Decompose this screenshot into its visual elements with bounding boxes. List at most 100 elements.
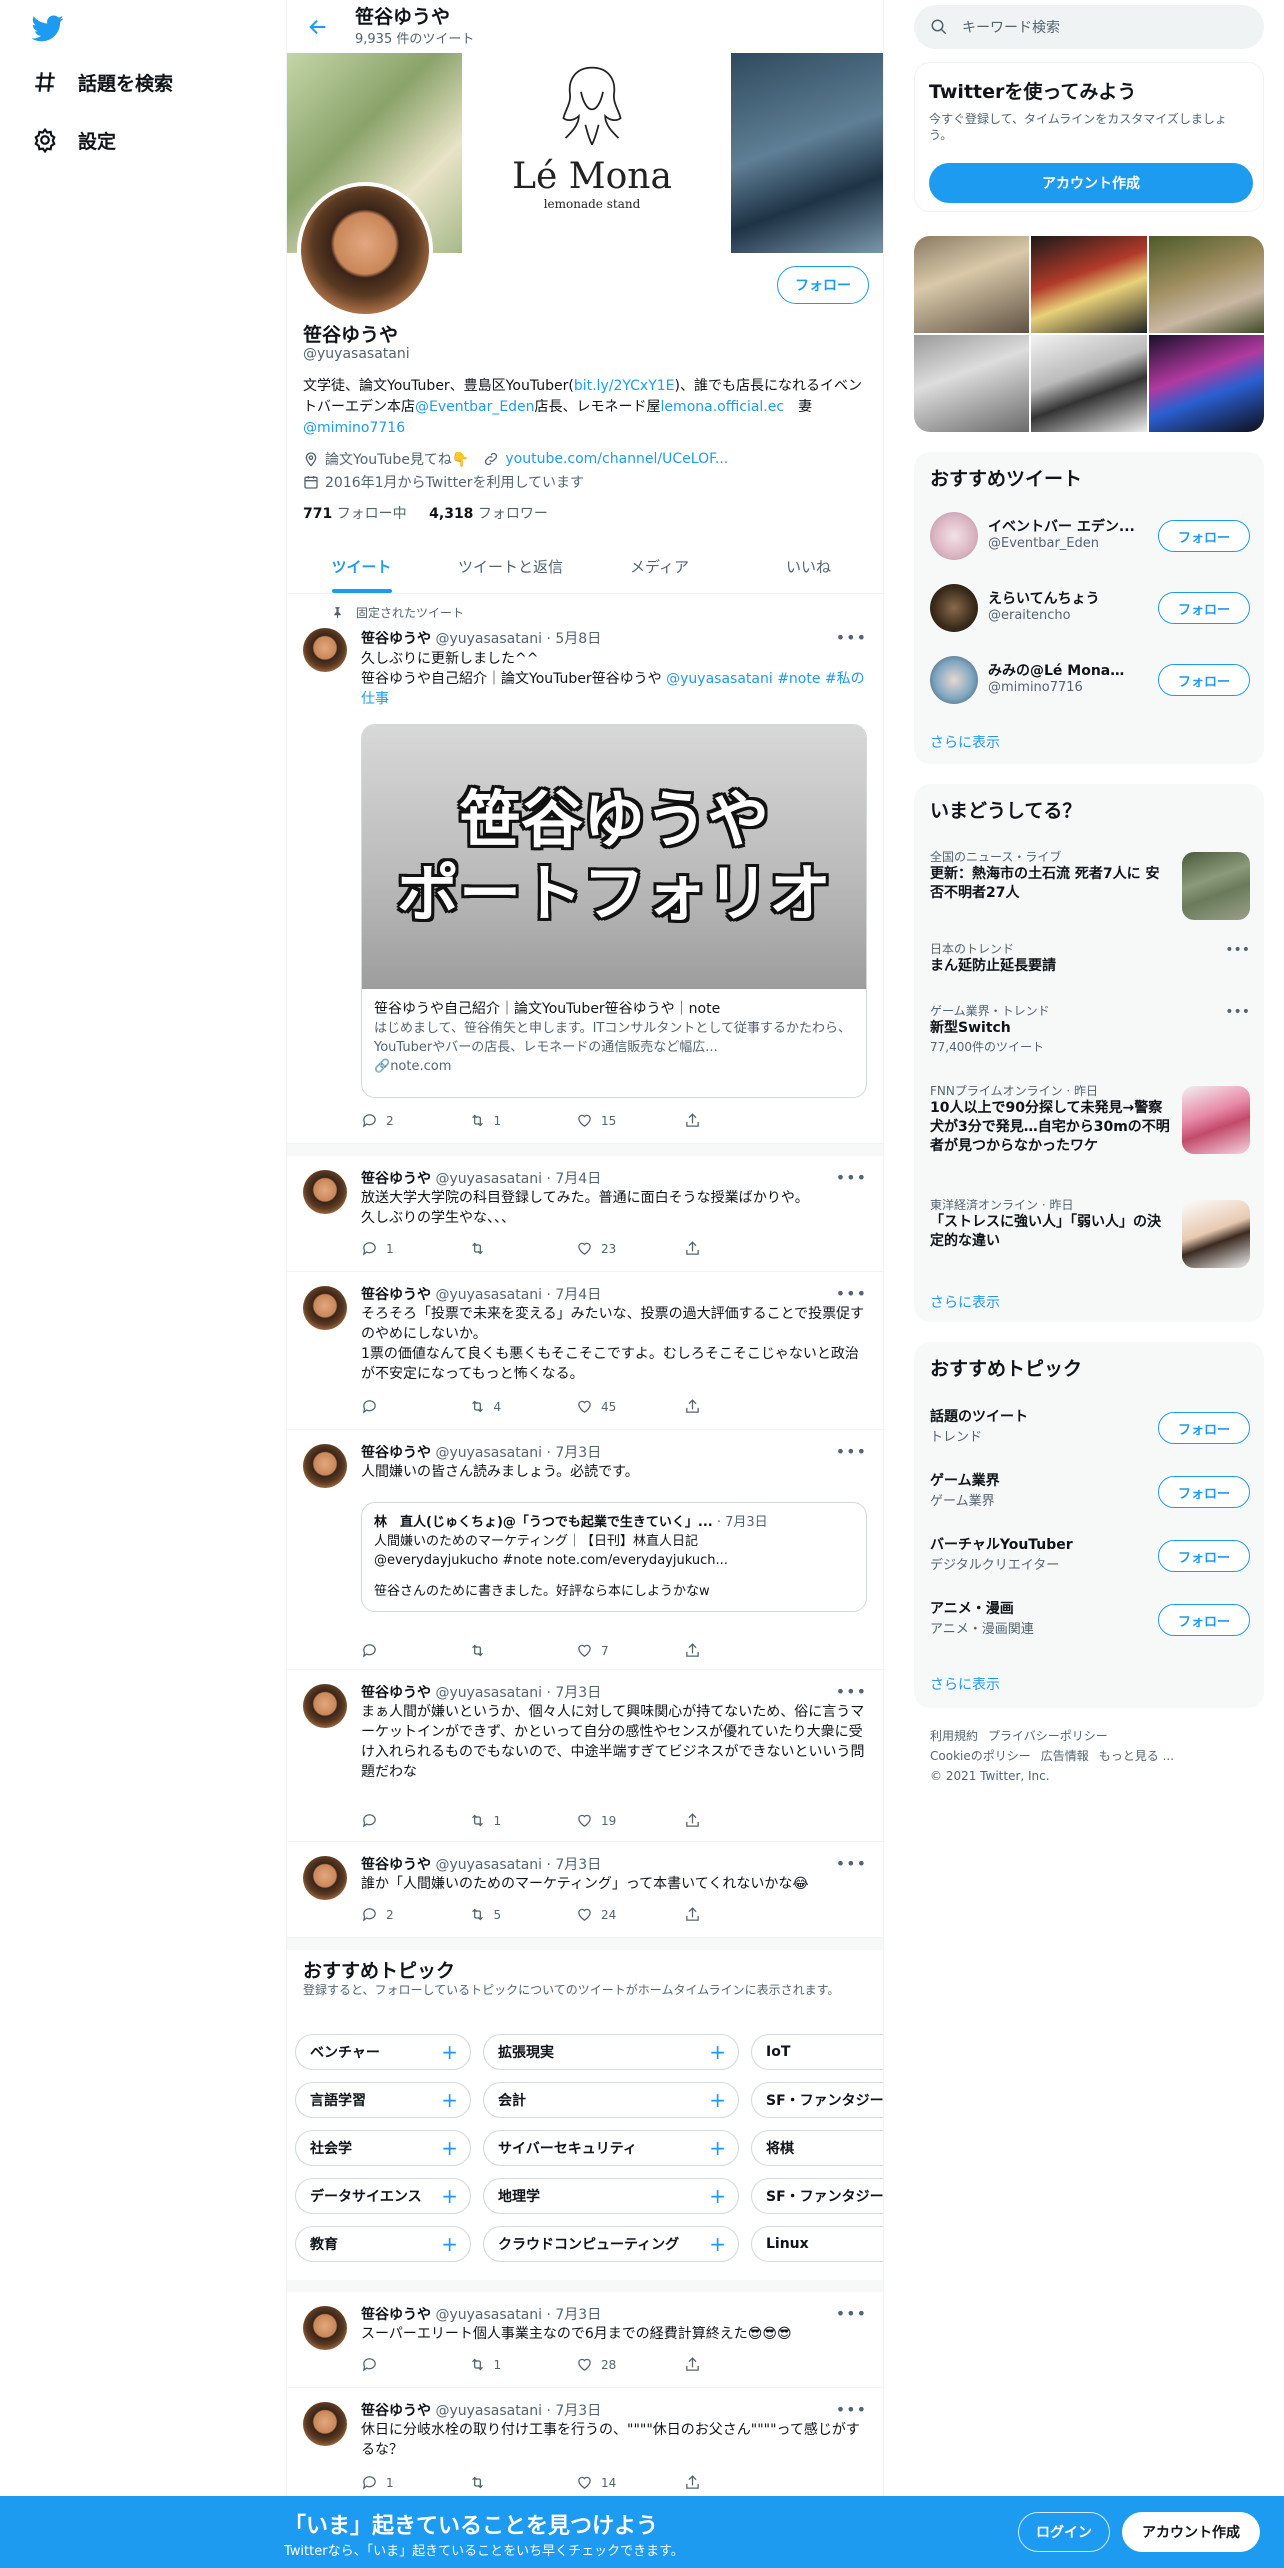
tweet[interactable]: 笹谷ゆうや @yuyasasatani · 7月4日 ••• そろそろ「投票で未…	[287, 1272, 883, 1430]
retweet-button[interactable]	[469, 1642, 577, 1659]
footer-link[interactable]: Cookieのポリシー	[930, 1749, 1031, 1763]
media-thumb[interactable]	[1031, 236, 1147, 333]
more-options-icon[interactable]: •••	[836, 1682, 867, 1701]
more-options-icon[interactable]: •••	[836, 1168, 867, 1187]
avatar[interactable]	[303, 2402, 347, 2446]
share-button[interactable]	[684, 1642, 792, 1659]
follow-button[interactable]: フォロー	[1158, 664, 1250, 696]
show-more-link[interactable]: さらに表示	[930, 1674, 1000, 1694]
like-button[interactable]: 23	[576, 1240, 684, 1257]
follow-button[interactable]: フォロー	[1158, 1412, 1250, 1444]
media-thumb[interactable]	[914, 335, 1030, 432]
profile-url[interactable]: youtube.com/channel/UCeLOF...	[505, 451, 728, 467]
reply-button[interactable]	[361, 1398, 469, 1415]
trend-item[interactable]: ゲーム業界・トレンド 新型Switch 77,400件のツイート •••	[930, 1002, 1250, 1066]
share-button[interactable]	[684, 1240, 792, 1257]
nav-explore[interactable]: 話題を検索	[32, 56, 173, 108]
retweet-button[interactable]: 1	[469, 1812, 577, 1829]
media-thumb[interactable]	[1148, 236, 1264, 333]
avatar[interactable]	[303, 1856, 347, 1900]
rec-user-row[interactable]: みみの@Lé Monaレ... @mimino7716 フォロー	[930, 652, 1250, 708]
bio-link[interactable]: bit.ly/2YCxY1E	[574, 378, 675, 394]
topic-chip[interactable]: Linux	[751, 2226, 883, 2262]
reply-button[interactable]	[361, 1812, 469, 1829]
reply-button[interactable]: 1	[361, 2474, 469, 2491]
tweet[interactable]: 笹谷ゆうや @yuyasasatani · 7月4日 ••• 放送大学大学院の科…	[287, 1156, 883, 1272]
follow-button[interactable]: フォロー	[1158, 1476, 1250, 1508]
like-button[interactable]: 15	[576, 1112, 684, 1129]
signup-button[interactable]: アカウント作成	[1122, 2512, 1260, 2552]
avatar[interactable]	[930, 656, 978, 704]
topic-chip[interactable]: 会計 +	[483, 2082, 739, 2118]
like-button[interactable]: 19	[576, 1812, 684, 1829]
topic-chip[interactable]: 将棋	[751, 2130, 883, 2166]
more-options-icon[interactable]: •••	[1225, 1004, 1250, 1020]
tweet[interactable]: 笹谷ゆうや @yuyasasatani · 7月3日 ••• 休日に分岐水栓の取…	[287, 2388, 883, 2508]
topic-chip[interactable]: 拡張現実 +	[483, 2034, 739, 2070]
followers-link[interactable]: 4,318 フォロワー	[429, 506, 548, 522]
more-options-icon[interactable]: •••	[836, 1854, 867, 1873]
link-card[interactable]: 笹谷ゆうや ポートフォリオ 笹谷ゆうや自己紹介｜論文YouTuber笹谷ゆうや｜…	[361, 724, 867, 1098]
avatar[interactable]	[930, 584, 978, 632]
retweet-button[interactable]	[469, 1240, 577, 1257]
topic-row[interactable]: 話題のツイート トレンド フォロー	[930, 1400, 1250, 1456]
like-button[interactable]: 28	[576, 2356, 684, 2373]
quoted-tweet[interactable]: 林 直人(じゅくちょ)@「うつでも起業で生きていく」... · 7月3日 人間嫌…	[361, 1502, 867, 1612]
topic-row[interactable]: アニメ・漫画 アニメ・漫画関連 フォロー	[930, 1592, 1250, 1648]
topic-chip[interactable]: クラウドコンピューティング +	[483, 2226, 739, 2262]
tab-media[interactable]: メディア	[585, 540, 734, 593]
more-options-icon[interactable]: •••	[1225, 942, 1250, 958]
tab-tweets-replies[interactable]: ツイートと返信	[436, 540, 585, 593]
share-button[interactable]	[684, 1112, 792, 1129]
share-button[interactable]	[684, 1812, 792, 1829]
trend-item[interactable]: FNNプライムオンライン · 昨日 10人以上で90分探して未発見→警察犬が3分…	[930, 1082, 1250, 1166]
more-options-icon[interactable]: •••	[836, 628, 867, 647]
follow-button[interactable]: フォロー	[1158, 592, 1250, 624]
profile-avatar[interactable]	[297, 182, 433, 318]
media-thumb[interactable]	[1031, 335, 1147, 432]
footer-link[interactable]: 広告情報	[1041, 1749, 1089, 1763]
topic-row[interactable]: バーチャルYouTuber デジタルクリエイター フォロー	[930, 1528, 1250, 1584]
reply-button[interactable]: 1	[361, 1240, 469, 1257]
topic-chip[interactable]: 言語学習 +	[295, 2082, 471, 2118]
more-options-icon[interactable]: •••	[836, 2304, 867, 2323]
reply-button[interactable]: 2	[361, 1112, 469, 1129]
avatar[interactable]	[303, 1684, 347, 1728]
tweet[interactable]: 笹谷ゆうや @yuyasasatani · 7月3日 ••• スーパーエリート個…	[287, 2292, 883, 2388]
profile-follow-button[interactable]: フォロー	[777, 266, 869, 304]
more-options-icon[interactable]: •••	[836, 1442, 867, 1461]
trend-item[interactable]: 東洋経済オンライン · 昨日 「ストレスに強い人」「弱い人」の決定的な違い	[930, 1196, 1250, 1268]
retweet-button[interactable]: 1	[469, 2356, 577, 2373]
create-account-button[interactable]: アカウント作成	[929, 163, 1253, 203]
retweet-button[interactable]	[469, 2474, 577, 2491]
follow-button[interactable]: フォロー	[1158, 1540, 1250, 1572]
avatar[interactable]	[303, 1444, 347, 1488]
avatar[interactable]	[303, 2306, 347, 2350]
rec-user-row[interactable]: えらいてんちょう @eraitencho フォロー	[930, 580, 1250, 636]
retweet-button[interactable]: 5	[469, 1906, 577, 1923]
login-button[interactable]: ログイン	[1018, 2512, 1110, 2552]
share-button[interactable]	[684, 2356, 792, 2373]
like-button[interactable]: 7	[576, 1642, 684, 1659]
topic-chip[interactable]: IoT	[751, 2034, 883, 2070]
media-thumb[interactable]	[914, 236, 1030, 333]
topic-chip[interactable]: 社会学 +	[295, 2130, 471, 2166]
reply-button[interactable]	[361, 1642, 469, 1659]
avatar[interactable]	[303, 1286, 347, 1330]
tweet[interactable]: 笹谷ゆうや @yuyasasatani · 5月8日 ••• 久しぶりに更新しま…	[287, 596, 883, 1144]
show-more-link[interactable]: さらに表示	[930, 1292, 1000, 1312]
like-button[interactable]: 45	[576, 1398, 684, 1415]
topic-chip[interactable]: 教育 +	[295, 2226, 471, 2262]
follow-button[interactable]: フォロー	[1158, 1604, 1250, 1636]
topic-chip[interactable]: SF・ファンタジー	[751, 2178, 883, 2214]
topic-chip[interactable]: 地理学 +	[483, 2178, 739, 2214]
reply-button[interactable]: 2	[361, 1906, 469, 1923]
avatar[interactable]	[930, 512, 978, 560]
trend-item[interactable]: 日本のトレンド まん延防止延長要請 •••	[930, 940, 1250, 990]
bio-mention-eden[interactable]: @Eventbar_Eden	[415, 399, 535, 415]
bio-mention-mimino[interactable]: @mimino7716	[303, 420, 405, 436]
reply-button[interactable]	[361, 2356, 469, 2373]
share-button[interactable]	[684, 2474, 792, 2491]
topic-chip[interactable]: SF・ファンタジー	[751, 2082, 883, 2118]
media-thumb[interactable]	[1148, 335, 1264, 432]
